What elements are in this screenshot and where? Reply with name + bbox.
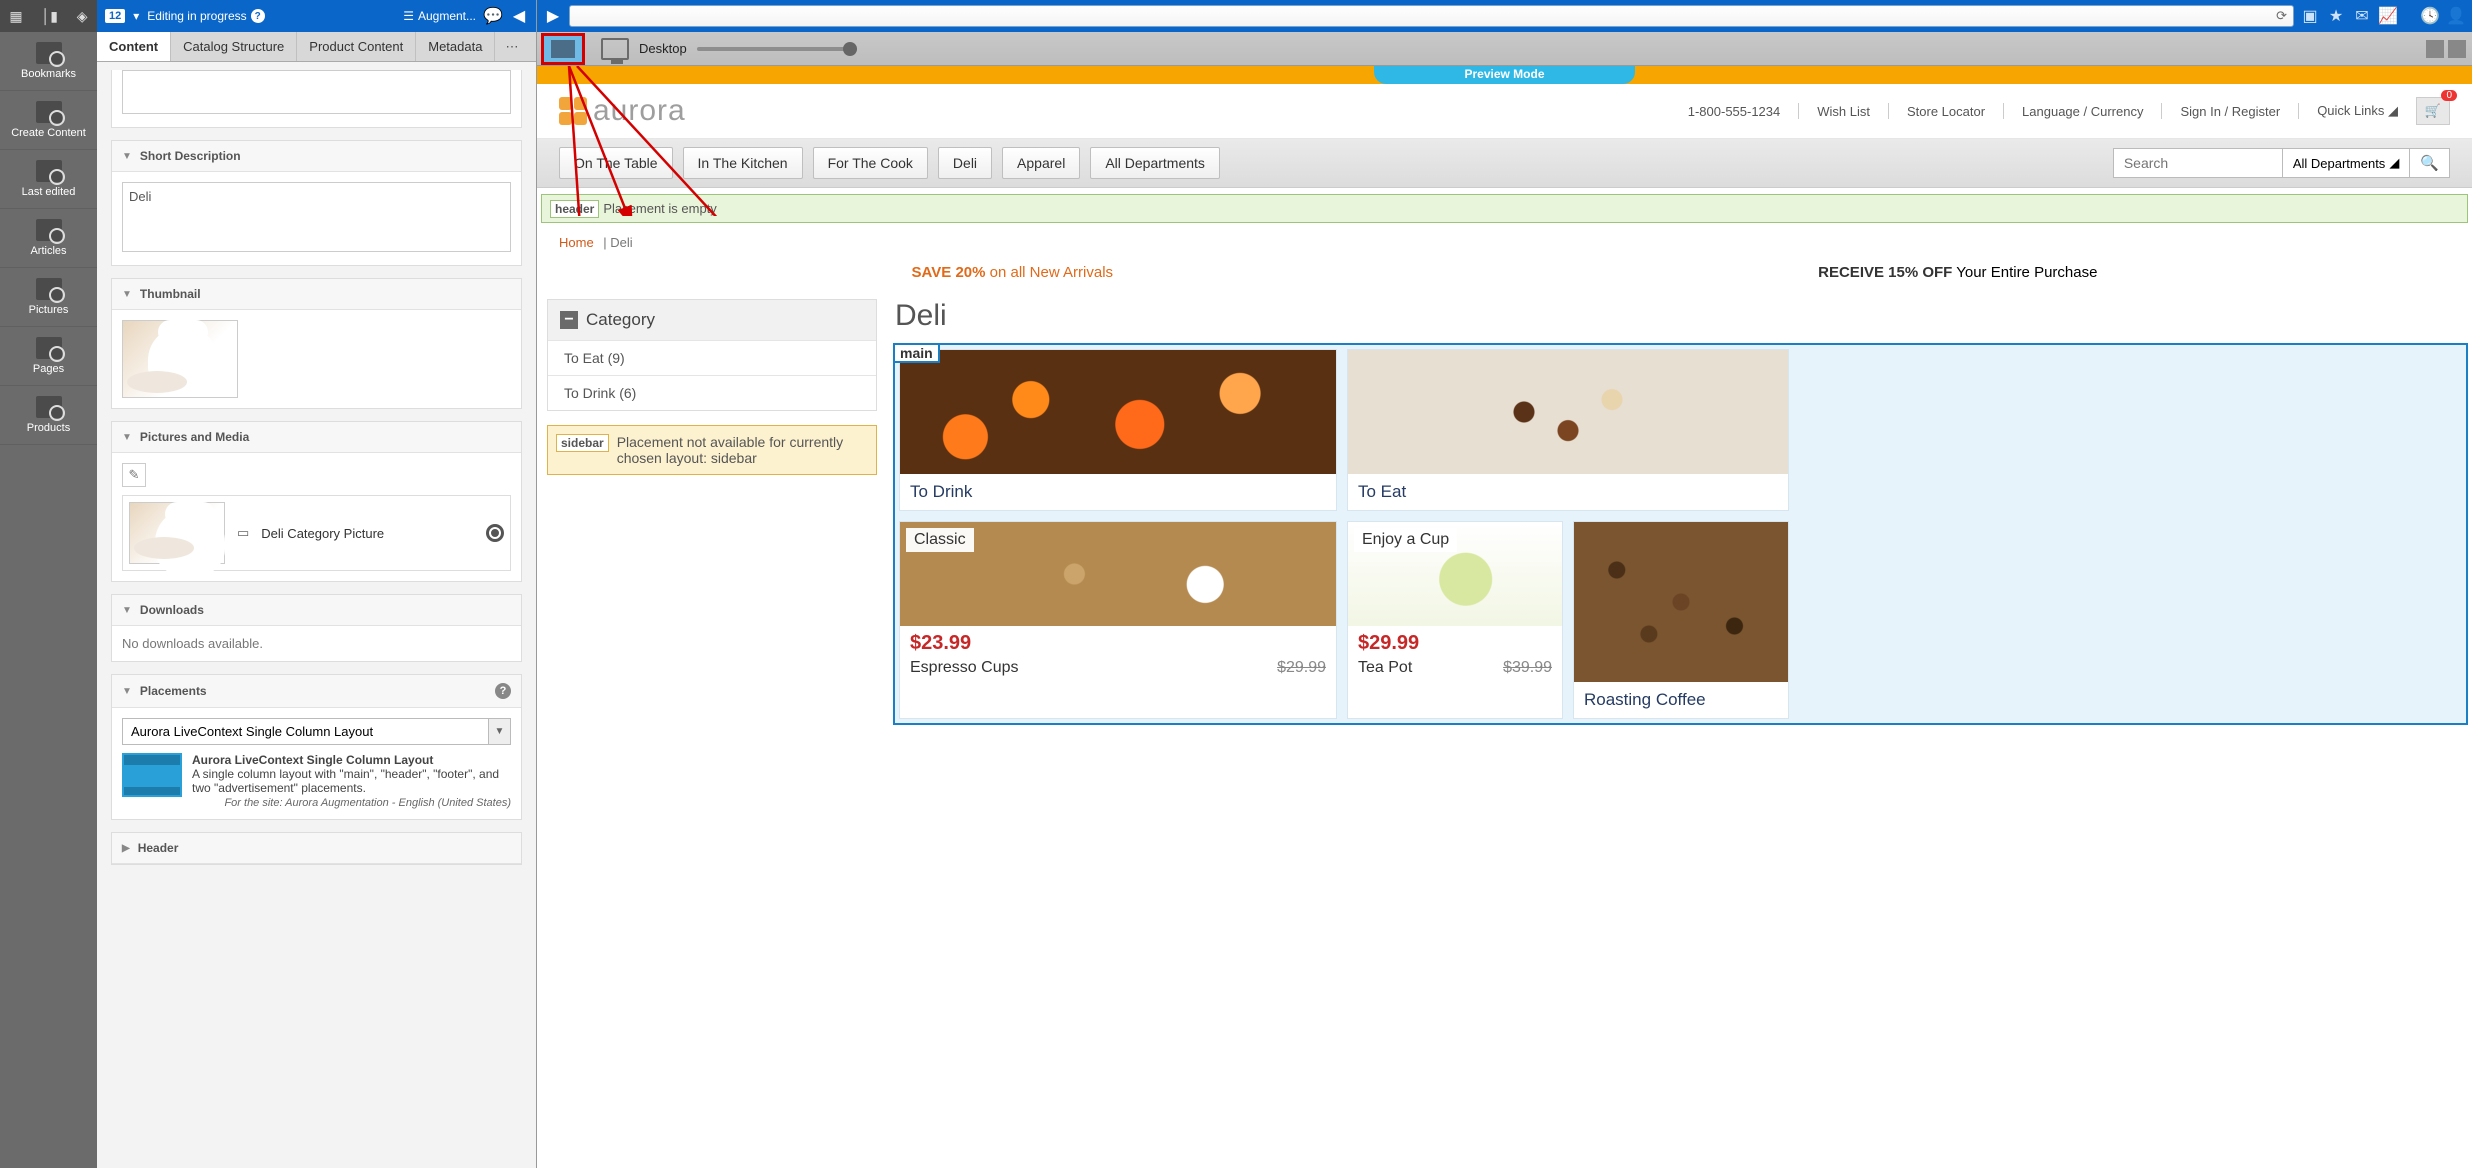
preview-mode-chip: Preview Mode	[1374, 66, 1634, 84]
tab-catalog-structure[interactable]: Catalog Structure	[171, 32, 297, 61]
help-icon[interactable]: ?	[495, 683, 511, 699]
product-espresso[interactable]: Classic $23.99 Espresso Cups$29.99	[899, 521, 1337, 719]
rail-create-content[interactable]: Create Content	[0, 91, 97, 150]
nav-for-the-cook[interactable]: For The Cook	[813, 147, 928, 179]
section-placements: ▼Placements? ▼ Aurora LiveContext Single…	[111, 674, 522, 820]
rail-bookmarks[interactable]: Bookmarks	[0, 32, 97, 91]
globe-icon	[486, 524, 504, 542]
placement-main[interactable]: main To Drink To Eat Classic $23.99 Espr…	[893, 343, 2468, 725]
viewport-bar: Desktop	[537, 32, 2472, 66]
section-header: ▶Header	[111, 832, 522, 865]
zoom-slider[interactable]	[697, 47, 857, 51]
editor-topbar: 12 ▾ Editing in progress ? ☰ Augment... …	[97, 0, 536, 32]
card-to-eat[interactable]: To Eat	[1347, 349, 1789, 511]
user-icon[interactable]: 👤	[2446, 6, 2466, 26]
expand-right-icon[interactable]: ▶	[543, 6, 563, 26]
breadcrumb: Home | Deli	[537, 229, 2472, 256]
link-signin[interactable]: Sign In / Register	[2180, 104, 2280, 119]
chevron-down-icon[interactable]: ▼	[489, 718, 511, 745]
doc-badge[interactable]: 12	[105, 9, 125, 23]
help-icon[interactable]: ?	[251, 9, 265, 23]
rail-pages[interactable]: Pages	[0, 327, 97, 386]
nav-apparel[interactable]: Apparel	[1002, 147, 1080, 179]
nav-deli[interactable]: Deli	[938, 147, 992, 179]
star-icon[interactable]: ★	[2326, 6, 2346, 26]
nav-bar: On The Table In The Kitchen For The Cook…	[537, 139, 2472, 188]
long-desc-field[interactable]	[122, 70, 511, 114]
search-button[interactable]: 🔍	[2410, 148, 2450, 178]
collapse-icon[interactable]: −	[560, 311, 578, 329]
editor-panel: 12 ▾ Editing in progress ? ☰ Augment... …	[97, 0, 537, 1168]
reload-icon[interactable]: ⟳	[2276, 8, 2287, 24]
card-roasting[interactable]: Roasting Coffee	[1573, 521, 1789, 719]
augment-button[interactable]: ☰ Augment...	[403, 9, 476, 23]
product-teapot[interactable]: Enjoy a Cup $29.99 Tea Pot$39.99	[1347, 521, 1563, 719]
tab-product-content[interactable]: Product Content	[297, 32, 416, 61]
section-short-description: ▼Short Description Deli	[111, 140, 522, 266]
link-storelocator[interactable]: Store Locator	[1907, 104, 1985, 119]
section-pictures-media: ▼Pictures and Media ✎ ▭ Deli Category Pi…	[111, 421, 522, 582]
link-language[interactable]: Language / Currency	[2022, 104, 2143, 119]
section-downloads: ▼Downloads No downloads available.	[111, 594, 522, 662]
phone: 1-800-555-1234	[1688, 104, 1781, 119]
collapse-left-icon[interactable]: ◀	[510, 7, 528, 25]
tab-metadata[interactable]: Metadata	[416, 32, 495, 61]
card-to-drink[interactable]: To Drink	[899, 349, 1337, 511]
page-title: Deli	[895, 299, 2468, 333]
link-quicklinks[interactable]: Quick Links ◢	[2317, 103, 2398, 119]
device-icon[interactable]: ▣	[2300, 6, 2320, 26]
preview-toolbar: ▶ ⟳ ▣ ★ ✉ 📈 🕓 👤	[537, 0, 2472, 32]
editor-tabs: Content Catalog Structure Product Conten…	[97, 32, 536, 62]
rail-last-edited[interactable]: Last edited	[0, 150, 97, 209]
rail-top-icons[interactable]: ▦│▮◈	[0, 0, 97, 32]
short-desc-field[interactable]: Deli	[122, 182, 511, 252]
cart-button[interactable]: 🛒0	[2416, 97, 2450, 125]
search-input[interactable]	[2113, 148, 2283, 178]
placement-sidebar[interactable]: sidebarPlacement not available for curre…	[547, 425, 877, 475]
rail-products[interactable]: Products	[0, 386, 97, 445]
chart-icon[interactable]: 📈	[2378, 6, 2398, 26]
editing-status: Editing in progress ?	[147, 9, 264, 23]
preview-panel: ▶ ⟳ ▣ ★ ✉ 📈 🕓 👤 Desktop Preview Mode	[537, 0, 2472, 1168]
tab-content[interactable]: Content	[97, 32, 171, 61]
thumbnail-image[interactable]	[122, 320, 238, 398]
toolbar-icon[interactable]	[2426, 40, 2444, 58]
section-thumbnail: ▼Thumbnail	[111, 278, 522, 409]
cat-to-eat[interactable]: To Eat (9)	[548, 340, 876, 375]
tabs-more[interactable]: ⋯	[495, 32, 528, 61]
toolbar-icon[interactable]	[2448, 40, 2466, 58]
layout-icon	[122, 753, 182, 797]
left-rail: ▦│▮◈ Bookmarks Create Content Last edite…	[0, 0, 97, 1168]
category-box: −Category To Eat (9) To Drink (6)	[547, 299, 877, 411]
url-bar[interactable]: ⟳	[569, 5, 2294, 27]
mail-icon[interactable]: ✉	[2352, 6, 2372, 26]
promo-bar: SAVE 20% on all New Arrivals RECEIVE 15%…	[537, 256, 2472, 289]
nav-on-the-table[interactable]: On The Table	[559, 147, 673, 179]
link-wishlist[interactable]: Wish List	[1817, 104, 1870, 119]
cat-to-drink[interactable]: To Drink (6)	[548, 375, 876, 410]
site-logo[interactable]: aurora	[559, 94, 686, 128]
nav-all-departments[interactable]: All Departments	[1090, 147, 1220, 179]
search-category[interactable]: All Departments ◢	[2283, 148, 2410, 178]
clock-icon[interactable]: 🕓	[2420, 6, 2440, 26]
placement-highlight-toggle[interactable]	[541, 33, 585, 65]
rail-pictures[interactable]: Pictures	[0, 268, 97, 327]
nav-in-the-kitchen[interactable]: In The Kitchen	[683, 147, 803, 179]
desktop-icon[interactable]	[601, 38, 629, 60]
layout-select[interactable]: ▼	[122, 718, 511, 745]
site-header: aurora 1-800-555-1234 Wish List Store Lo…	[537, 84, 2472, 139]
edit-icon[interactable]: ✎	[122, 463, 146, 487]
rail-articles[interactable]: Articles	[0, 209, 97, 268]
placement-header[interactable]: headerPlacement is empty	[541, 194, 2468, 223]
crumb-home[interactable]: Home	[559, 235, 594, 250]
comment-icon[interactable]: 💬	[484, 7, 502, 25]
media-item[interactable]: ▭ Deli Category Picture	[122, 495, 511, 571]
